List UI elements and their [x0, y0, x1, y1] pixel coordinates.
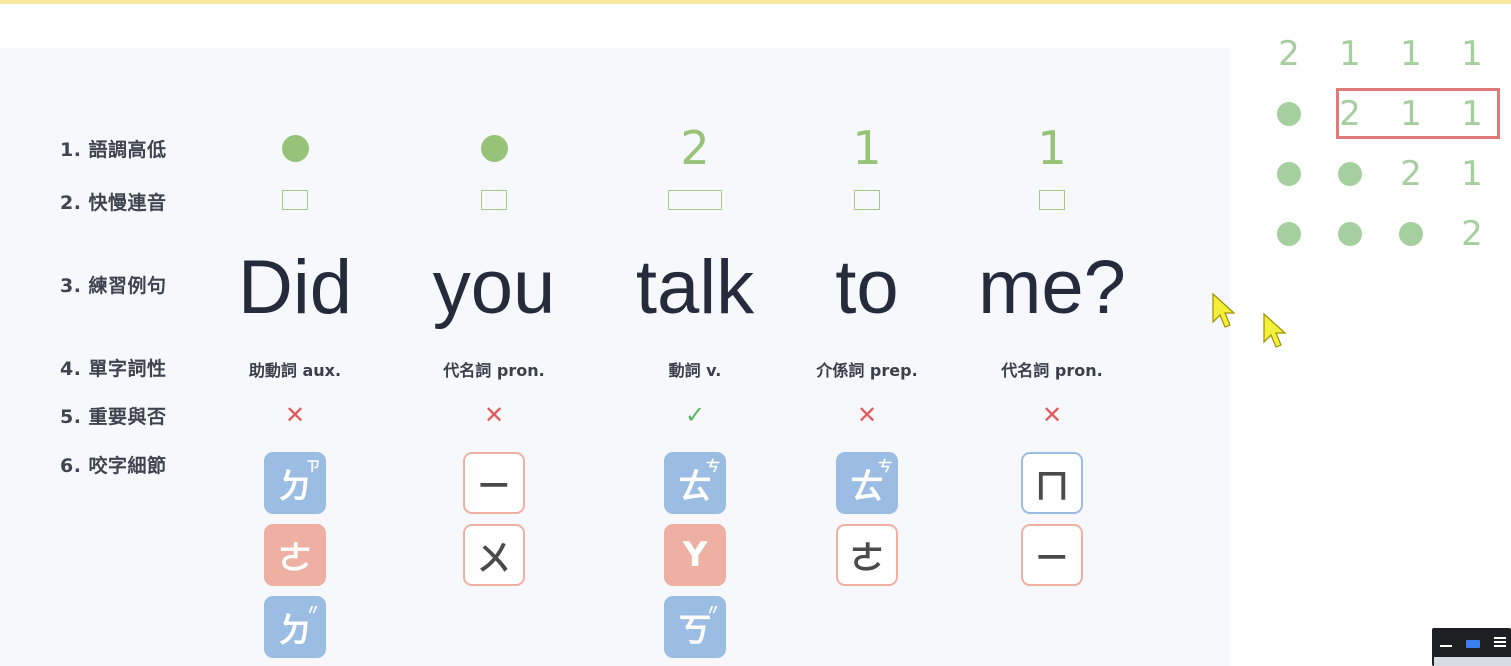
- grid-dot: [1277, 102, 1301, 126]
- phonetic-tile: ㄨ: [463, 524, 525, 586]
- mini-window-bar: [1434, 657, 1511, 666]
- menu-icon[interactable]: [1494, 637, 1506, 647]
- mini-window-controls[interactable]: [1432, 628, 1511, 666]
- practice-word: talk: [635, 245, 755, 330]
- word-column: Did 助動詞 aux. ✕ ㄉㄗㄜㄉ〃: [195, 0, 395, 666]
- phonetic-tile: ㄉ〃: [264, 596, 326, 658]
- cross-icon: ✕: [483, 401, 505, 429]
- grid-cell: 1: [1442, 144, 1502, 204]
- part-of-speech: 代名詞 pron.: [443, 361, 545, 380]
- phonetic-symbol: Y: [682, 535, 708, 575]
- grid-number: 1: [1461, 154, 1483, 194]
- speed-box: [481, 190, 507, 210]
- phonetic-tile: ㄧ: [1021, 524, 1083, 586]
- grid-number: 2: [1400, 154, 1422, 194]
- grid-cell: 1: [1320, 24, 1380, 84]
- cross-icon: ✕: [284, 401, 306, 429]
- grid-cell: [1320, 144, 1380, 204]
- row-label-speed: 2. 快慢連音: [60, 192, 167, 214]
- grid-number: 2: [1278, 34, 1300, 74]
- phonetic-symbol: ㄧ: [1035, 538, 1069, 579]
- phonetic-symbol: ㄨ: [477, 538, 511, 579]
- grid-cell: [1259, 144, 1319, 204]
- row-label-pos: 4. 單字詞性: [60, 358, 167, 380]
- phonetic-tile: ㄜ: [264, 524, 326, 586]
- minimize-icon[interactable]: [1440, 645, 1452, 647]
- word-column: 2 talk 動詞 v. ✓ ㄊㄘ Y ㄎ〃: [595, 0, 795, 666]
- tone-number: 2: [680, 121, 710, 175]
- phonetic-tile: Y: [664, 524, 726, 586]
- phonetic-tile: ㄉㄗ: [264, 452, 326, 514]
- word-column: 1 to 介係詞 prep. ✕ ㄊㄘㄜ: [767, 0, 967, 666]
- practice-word: me?: [978, 245, 1126, 330]
- grid-number: 1: [1461, 34, 1483, 74]
- phonetic-superscript: 〃: [306, 603, 320, 619]
- phonetic-tile: ㄊㄘ: [836, 452, 898, 514]
- grid-dot: [1399, 222, 1423, 246]
- word-column: 1 me? 代名詞 pron. ✕ ㄇㄧ: [952, 0, 1152, 666]
- grid-number: 1: [1400, 34, 1422, 74]
- speed-box: [1039, 190, 1065, 210]
- part-of-speech: 動詞 v.: [668, 361, 722, 380]
- grid-cell: 1: [1442, 24, 1502, 84]
- row-label-tone: 1. 語調高低: [60, 139, 167, 161]
- practice-word: Did: [237, 245, 353, 330]
- row-label-sentence: 3. 練習例句: [60, 275, 167, 297]
- tone-number: 1: [852, 121, 882, 175]
- practice-word: you: [432, 245, 556, 330]
- grid-number: 2: [1461, 214, 1483, 254]
- grid-dot: [1338, 162, 1362, 186]
- grid-dot: [1338, 222, 1362, 246]
- cross-icon: ✕: [856, 401, 878, 429]
- tone-number: 1: [1037, 121, 1067, 175]
- grid-cell: [1259, 204, 1319, 264]
- tone-dot: [281, 135, 309, 162]
- grid-cell: [1320, 204, 1380, 264]
- tone-indicator: [195, 122, 395, 174]
- phonetic-tile: ㄎ〃: [664, 596, 726, 658]
- part-of-speech: 代名詞 pron.: [1001, 361, 1103, 380]
- speed-box: [282, 190, 308, 210]
- check-icon: ✓: [684, 401, 706, 429]
- phonetic-symbol: ㄜ: [278, 538, 312, 579]
- grid-cell: [1381, 204, 1441, 264]
- phonetic-symbol: ㄇ: [1035, 466, 1069, 507]
- phonetic-superscript: ㄘ: [706, 459, 720, 475]
- cross-icon: ✕: [1041, 401, 1063, 429]
- grid-dot: [1277, 222, 1301, 246]
- phonetic-symbol: ㄧ: [477, 466, 511, 507]
- grid-number: 1: [1339, 34, 1361, 74]
- grid-cell: 2: [1442, 204, 1502, 264]
- tone-indicator: 1: [767, 122, 967, 174]
- speed-box: [854, 190, 880, 210]
- word-column: you 代名詞 pron. ✕ ㄧㄨ: [394, 0, 594, 666]
- phonetic-symbol: ㄜ: [850, 538, 884, 579]
- phonetic-superscript: ㄘ: [878, 459, 892, 475]
- grid-cell: 2: [1381, 144, 1441, 204]
- speed-box: [668, 190, 722, 210]
- phonetic-tile: ㄊㄘ: [664, 452, 726, 514]
- part-of-speech: 助動詞 aux.: [248, 361, 342, 380]
- grid-cell: 2: [1259, 24, 1319, 84]
- phonetic-superscript: ㄗ: [306, 459, 320, 475]
- practice-word: to: [835, 245, 899, 330]
- phonetic-superscript: 〃: [706, 603, 720, 619]
- window-icon[interactable]: [1466, 640, 1480, 648]
- tone-pattern-grid: 2111211212: [1258, 24, 1508, 274]
- phonetic-tile: ㄇ: [1021, 452, 1083, 514]
- phonetic-tile: ㄧ: [463, 452, 525, 514]
- tone-indicator: 2: [595, 122, 795, 174]
- phonetic-tile: ㄜ: [836, 524, 898, 586]
- pattern-highlight-box: [1336, 88, 1500, 139]
- row-label-importance: 5. 重要與否: [60, 406, 167, 428]
- tone-indicator: 1: [952, 122, 1152, 174]
- grid-dot: [1277, 162, 1301, 186]
- row-label-articulation: 6. 咬字細節: [60, 455, 167, 477]
- grid-cell: [1259, 84, 1319, 144]
- part-of-speech: 介係詞 prep.: [816, 361, 918, 380]
- tone-dot: [480, 135, 508, 162]
- tone-indicator: [394, 122, 594, 174]
- grid-cell: 1: [1381, 24, 1441, 84]
